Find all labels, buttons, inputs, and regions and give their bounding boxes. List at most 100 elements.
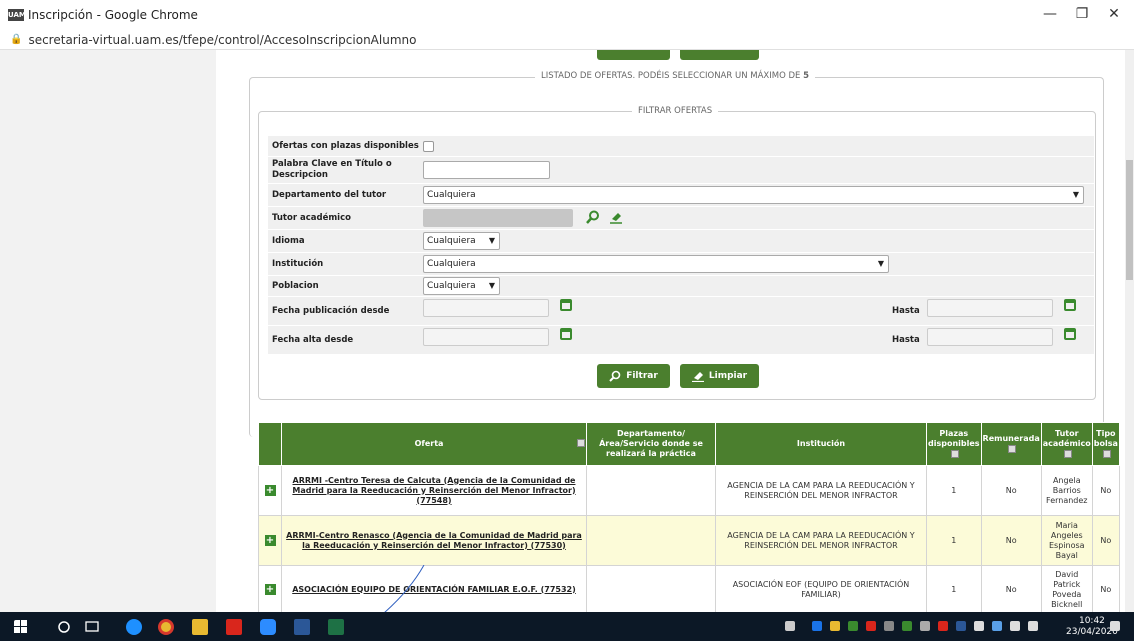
- departamento-select[interactable]: Cualquiera ▼: [423, 186, 1084, 204]
- tray-app-icon[interactable]: [956, 621, 966, 631]
- fecha-alta-desde-input[interactable]: [423, 328, 549, 346]
- fecha-alta-label: Fecha alta desde: [272, 335, 354, 345]
- search-icon[interactable]: [56, 619, 72, 635]
- palabra-input[interactable]: [423, 161, 550, 179]
- limpiar-button[interactable]: Limpiar: [680, 364, 759, 388]
- oferta-link[interactable]: ARRMI-Centro Renasco (Agencia de la Comu…: [286, 531, 582, 550]
- windows-start-icon[interactable]: [14, 620, 30, 636]
- row-fecha-alta: Fecha alta desde Hasta: [268, 326, 1094, 354]
- file-explorer-icon[interactable]: [192, 619, 208, 635]
- chrome-browser-icon[interactable]: [158, 619, 174, 635]
- calendar-icon[interactable]: [1064, 299, 1076, 311]
- poblacion-select[interactable]: Cualquiera ▼: [423, 277, 500, 295]
- cell-institucion: AGENCIA DE LA CAM PARA LA REEDUCACIÓN Y …: [715, 465, 927, 516]
- poblacion-value: Cualquiera: [427, 281, 476, 291]
- left-sidebar: [0, 50, 216, 612]
- eraser-icon[interactable]: [609, 210, 623, 224]
- plus-icon[interactable]: +: [264, 485, 276, 496]
- table-row[interactable]: + ARRMI-Centro Renasco (Agencia de la Co…: [258, 515, 1120, 566]
- chevron-down-icon: ▼: [488, 281, 495, 290]
- plus-icon[interactable]: +: [264, 584, 276, 595]
- tray-app-icon[interactable]: [884, 621, 894, 631]
- header-institucion[interactable]: Institución: [715, 422, 927, 466]
- search-icon[interactable]: [586, 210, 600, 224]
- windows-taskbar: 10:42 23/04/2020: [0, 612, 1134, 641]
- fecha-pub-desde-input[interactable]: [423, 299, 549, 317]
- sort-icon[interactable]: [1008, 444, 1017, 453]
- task-view-icon[interactable]: [84, 619, 100, 635]
- header-tutor[interactable]: Tutor académico: [1040, 422, 1093, 466]
- notifications-icon[interactable]: [1110, 621, 1120, 631]
- header-plazas[interactable]: Plazas disponibles: [926, 422, 982, 466]
- cell-plazas: 1: [926, 565, 982, 612]
- hasta-label: Hasta: [892, 306, 920, 316]
- search-icon: [609, 370, 621, 382]
- row-fecha-publicacion: Fecha publicación desde Hasta: [268, 297, 1094, 325]
- edge-browser-icon[interactable]: [126, 619, 142, 635]
- oferta-link[interactable]: ASOCIACIÓN EQUIPO DE ORIENTACIÓN FAMILIA…: [292, 585, 576, 594]
- tray-app-icon[interactable]: [866, 621, 876, 631]
- calendar-icon[interactable]: [560, 328, 572, 340]
- sort-icon[interactable]: [1102, 449, 1111, 458]
- filtrar-button[interactable]: Filtrar: [597, 364, 670, 388]
- network-icon[interactable]: [1028, 621, 1038, 631]
- header-tipo[interactable]: Tipo bolsa: [1091, 422, 1120, 466]
- people-icon[interactable]: [785, 621, 795, 631]
- cell-departamento: [586, 465, 716, 516]
- hasta-label: Hasta: [892, 335, 920, 345]
- tray-app-icon[interactable]: [848, 621, 858, 631]
- plazas-checkbox[interactable]: [423, 141, 434, 152]
- oferta-link[interactable]: ARRMI -Centro Teresa de Calcuta (Agencia…: [292, 476, 575, 505]
- calendar-icon[interactable]: [1064, 328, 1076, 340]
- word-app-icon[interactable]: [294, 619, 310, 635]
- tray-app-icon[interactable]: [920, 621, 930, 631]
- row-palabra: Palabra Clave en Título o Descripcion: [268, 157, 1094, 183]
- restore-button[interactable]: ❐: [1072, 6, 1092, 22]
- cell-oferta[interactable]: ARRMI-Centro Renasco (Agencia de la Comu…: [281, 515, 587, 566]
- vertical-scrollbar[interactable]: [1125, 50, 1134, 612]
- calendar-icon[interactable]: [560, 299, 572, 311]
- bluetooth-icon[interactable]: [812, 621, 822, 631]
- institucion-select[interactable]: Cualquiera ▼: [423, 255, 889, 273]
- cell-oferta[interactable]: ARRMI -Centro Teresa de Calcuta (Agencia…: [281, 465, 587, 516]
- header-remunerada[interactable]: Remunerada: [980, 422, 1042, 466]
- excel-app-icon[interactable]: [328, 619, 344, 635]
- minimize-button[interactable]: —: [1040, 6, 1060, 22]
- url-text[interactable]: secretaria-virtual.uam.es/tfepe/control/…: [28, 33, 416, 47]
- chevron-down-icon: ▼: [488, 236, 495, 245]
- header-departamento[interactable]: Departamento/Área/Servicio donde se real…: [586, 422, 716, 466]
- plus-icon[interactable]: +: [264, 535, 276, 546]
- sort-icon[interactable]: [577, 439, 585, 447]
- sort-icon[interactable]: [1063, 449, 1072, 458]
- eraser-icon: [691, 372, 704, 382]
- tray-app-icon[interactable]: [992, 621, 1002, 631]
- listado-title: LISTADO DE OFERTAS. PODÉIS SELECCIONAR U…: [535, 71, 816, 81]
- zoom-app-icon[interactable]: [260, 619, 276, 635]
- page-content: LISTADO DE OFERTAS. PODÉIS SELECCIONAR U…: [0, 50, 1134, 612]
- close-button[interactable]: ✕: [1104, 6, 1124, 22]
- cell-tutor: Angela Barrios Fernandez: [1040, 465, 1093, 516]
- volume-icon[interactable]: [974, 621, 984, 631]
- sort-icon[interactable]: [950, 449, 959, 458]
- top-green-button-2[interactable]: [680, 50, 759, 60]
- chevron-down-icon: ▼: [1072, 190, 1079, 199]
- address-bar[interactable]: 🔒 secretaria-virtual.uam.es/tfepe/contro…: [0, 30, 1134, 50]
- institucion-value: Cualquiera: [427, 259, 476, 269]
- tutor-input[interactable]: [423, 209, 573, 227]
- acrobat-icon[interactable]: [226, 619, 242, 635]
- idioma-select[interactable]: Cualquiera ▼: [423, 232, 500, 250]
- battery-icon[interactable]: [1010, 621, 1020, 631]
- idioma-value: Cualquiera: [427, 236, 476, 246]
- cell-oferta[interactable]: ASOCIACIÓN EQUIPO DE ORIENTACIÓN FAMILIA…: [281, 565, 587, 612]
- row-poblacion: Poblacion Cualquiera ▼: [268, 276, 1094, 296]
- header-oferta[interactable]: Oferta: [281, 422, 587, 466]
- fecha-alta-hasta-input[interactable]: [927, 328, 1053, 346]
- tray-app-icon[interactable]: [938, 621, 948, 631]
- tray-app-icon[interactable]: [830, 621, 840, 631]
- tray-app-icon[interactable]: [902, 621, 912, 631]
- fecha-pub-hasta-input[interactable]: [927, 299, 1053, 317]
- top-green-button-1[interactable]: [597, 50, 670, 60]
- scrollbar-thumb[interactable]: [1126, 160, 1133, 280]
- table-row[interactable]: + ARRMI -Centro Teresa de Calcuta (Agenc…: [258, 465, 1120, 516]
- cell-departamento: [586, 515, 716, 566]
